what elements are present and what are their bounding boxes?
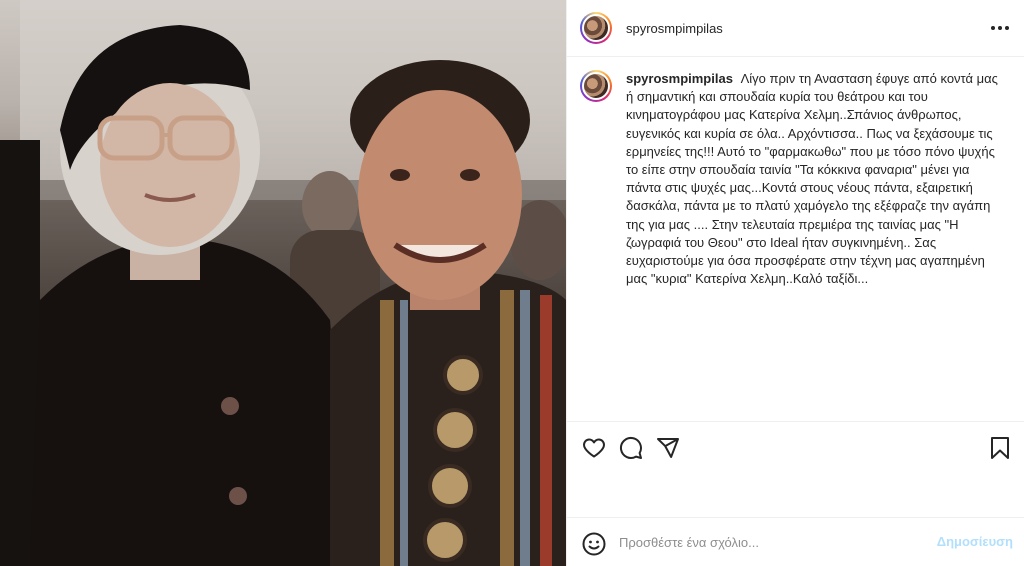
caption-text-block: spyrosmpimpilas Λίγο πριν τη Ανασταση έφ… [626, 70, 1008, 288]
dot [998, 26, 1002, 30]
heart-icon[interactable] [582, 436, 606, 460]
caption-body: Λίγο πριν τη Ανασταση έφυγε από κοντά μα… [626, 71, 998, 287]
instagram-post: spyrosmpimpilas spyrosmpimpilas Λίγο πρι… [0, 0, 1024, 566]
action-bar [567, 421, 1024, 471]
post-side-panel: spyrosmpimpilas spyrosmpimpilas Λίγο πρι… [566, 0, 1024, 566]
photo-illustration [0, 0, 566, 566]
bookmark-icon[interactable] [988, 436, 1012, 460]
comment-icon[interactable] [619, 436, 643, 460]
post-comment-button[interactable]: Δημοσίευση [937, 534, 1013, 549]
caption-avatar[interactable] [580, 70, 612, 102]
post-header: spyrosmpimpilas [567, 0, 1024, 57]
send-icon[interactable] [656, 436, 680, 460]
header-username[interactable]: spyrosmpimpilas [626, 21, 723, 36]
comment-input[interactable] [619, 530, 919, 554]
avatar-image [582, 14, 610, 42]
emoji-icon[interactable] [582, 532, 606, 556]
caption-username[interactable]: spyrosmpimpilas [626, 71, 733, 86]
dot [991, 26, 995, 30]
avatar-image [582, 72, 610, 100]
dot [1005, 26, 1009, 30]
comment-bar: Δημοσίευση [567, 517, 1024, 566]
post-photo[interactable] [0, 0, 566, 566]
more-horizontal-icon[interactable] [991, 18, 1009, 38]
avatar[interactable] [580, 12, 612, 44]
caption: spyrosmpimpilas Λίγο πριν τη Ανασταση έφ… [580, 70, 1012, 288]
